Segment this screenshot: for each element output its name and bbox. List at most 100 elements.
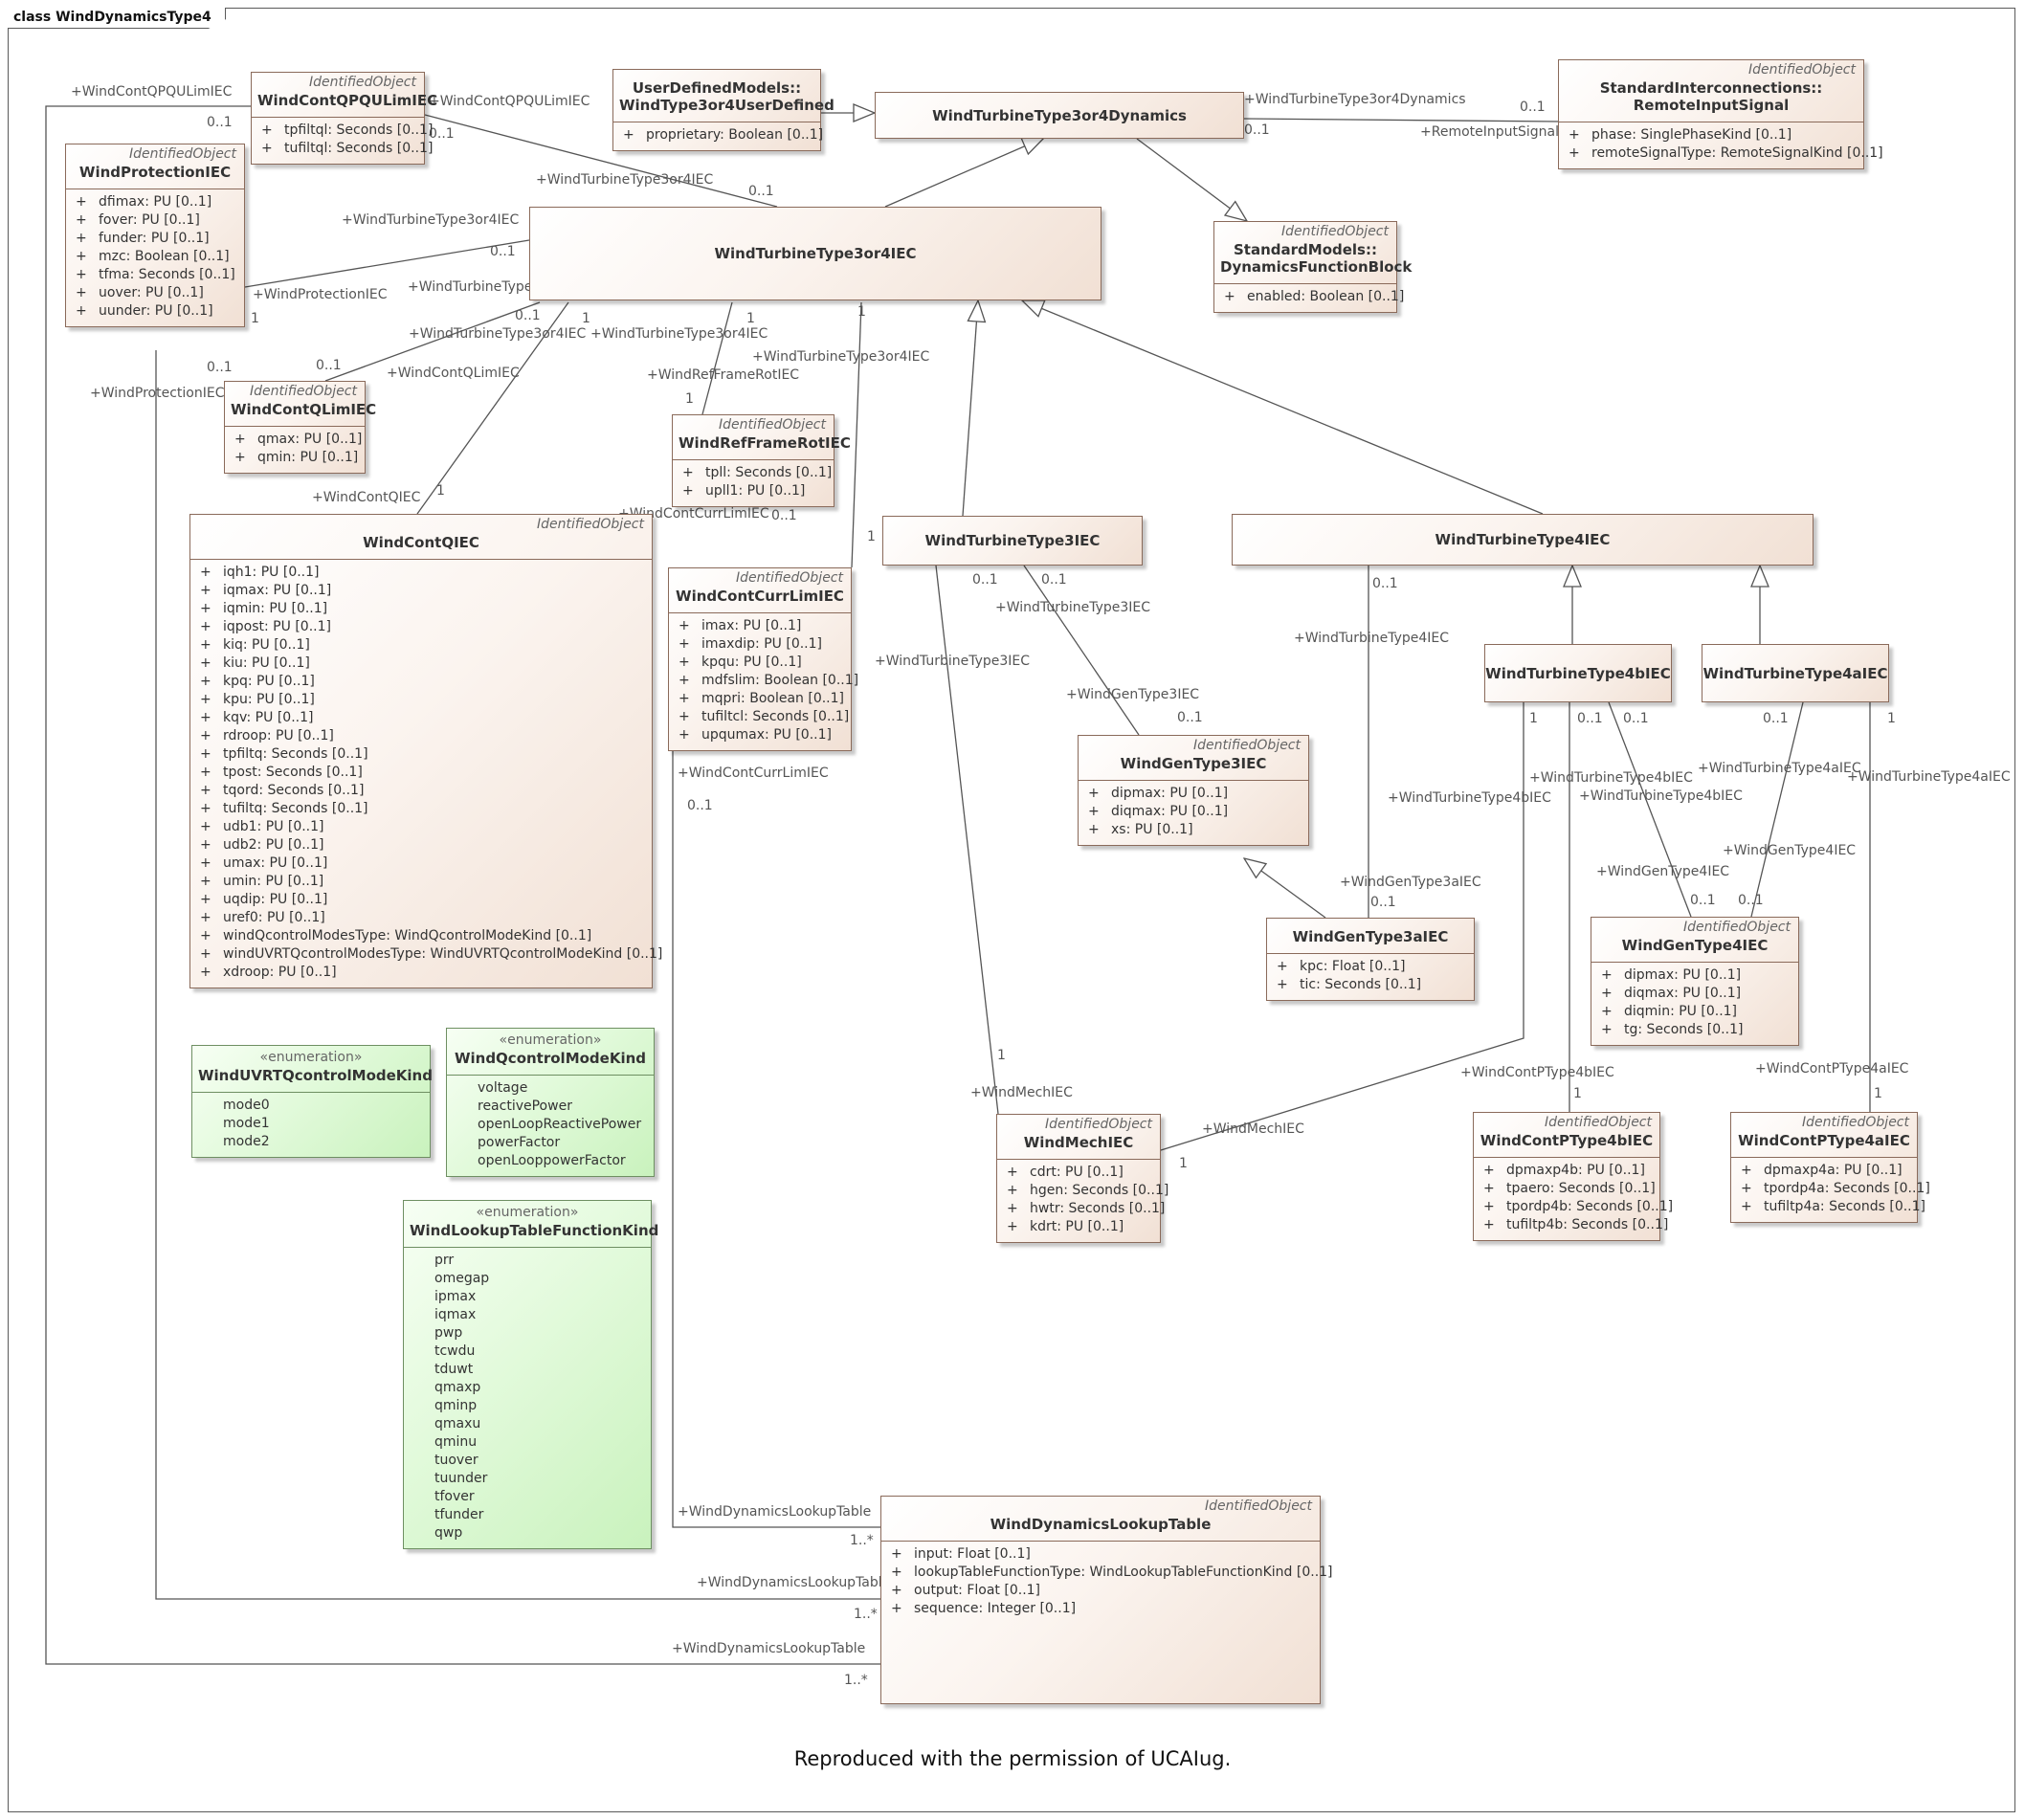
class-box[interactable]: WindTurbineType3or4IEC — [529, 207, 1102, 300]
enum-literals: mode0 mode1 mode2 — [192, 1092, 430, 1157]
attribute-text: hgen: Seconds [0..1] — [1030, 1183, 1169, 1198]
class-box[interactable]: WindTurbineType3or4Dynamics — [875, 92, 1244, 139]
attribute-text: dipmax: PU [0..1] — [1624, 967, 1742, 983]
public-visibility-icon: + — [682, 483, 694, 499]
class-attributes: + dpmaxp4b: PU [0..1] + tpaero: Seconds [0.… — [1474, 1157, 1673, 1240]
public-visibility-icon: + — [76, 212, 87, 228]
attribute-text: enabled: Boolean [0..1] — [1247, 289, 1405, 304]
role-label: +WindDynamicsLookupTable — [678, 1504, 872, 1520]
enum-literal: tduwt — [413, 1361, 647, 1379]
class-attributes: + dipmax: PU [0..1] + diqmax: PU [0..1] + xs:… — [1079, 780, 1308, 845]
public-visibility-icon: + — [200, 819, 211, 834]
class-box[interactable]: WindTurbineType4bIEC — [1484, 644, 1672, 702]
role-label: +WindTurbineType3or4IEC — [536, 172, 714, 188]
enum-box[interactable]: «enumeration» WindLookupTableFunctionKind… — [403, 1200, 658, 1549]
gen-type3or4iec-to-type3or4dynamics — [884, 138, 1044, 208]
public-visibility-icon: + — [1483, 1181, 1495, 1196]
class-box[interactable]: UserDefinedModels:: WindType3or4UserDefi… — [612, 69, 834, 151]
public-visibility-icon: + — [200, 637, 211, 653]
multiplicity-label: 1 — [1874, 1086, 1882, 1101]
class-box[interactable]: IdentifiedObject WindContPType4aIEC + dpmax… — [1730, 1112, 1930, 1223]
assoc-contcurrlim-type3or4iec — [851, 301, 862, 568]
class-header: WindTurbineType4IEC — [1435, 531, 1611, 548]
class-attribute: + tic: Seconds [0..1] — [1277, 976, 1470, 994]
class-box[interactable]: WindTurbineType4IEC — [1232, 514, 1814, 566]
attribute-text: cdrt: PU [0..1] — [1030, 1165, 1124, 1180]
literal-text: qminp — [434, 1398, 478, 1413]
attribute-text: dipmax: PU [0..1] — [1111, 786, 1229, 801]
class-box[interactable]: IdentifiedObject WindProtectionIEC + dfimax… — [65, 144, 245, 327]
public-visibility-icon: + — [1741, 1163, 1752, 1178]
attribute-text: tpost: Seconds [0..1] — [223, 765, 363, 780]
class-box[interactable]: IdentifiedObject WindDynamicsLookupTable +… — [880, 1496, 1333, 1704]
class-attribute: + xs: PU [0..1] — [1088, 821, 1304, 839]
class-attribute: + mdfslim: Boolean [0..1] — [679, 672, 858, 690]
public-visibility-icon: + — [1277, 959, 1288, 974]
public-visibility-icon: + — [200, 783, 211, 798]
role-label: +RemoteInputSignal — [1420, 124, 1560, 140]
public-visibility-icon: + — [76, 249, 87, 264]
class-attributes: + enabled: Boolean [0..1] — [1214, 283, 1404, 312]
attribute-text: uref0: PU [0..1] — [223, 910, 325, 925]
class-box[interactable]: IdentifiedObject WindContCurrLimIEC + imax:… — [668, 567, 858, 751]
class-box[interactable]: IdentifiedObject WindContQPQULimIEC + tpfil… — [251, 72, 437, 165]
attribute-text: funder: PU [0..1] — [99, 231, 210, 246]
public-visibility-icon: + — [76, 194, 87, 210]
multiplicity-label: 1 — [436, 483, 445, 499]
class-header: IdentifiedObject WindRefFrameRotIEC — [673, 415, 851, 459]
enum-literal: qminu — [413, 1433, 647, 1452]
multiplicity-label: 0..1 — [1244, 122, 1270, 138]
class-name: WindQcontrolModeKind — [454, 1050, 647, 1067]
class-attribute: + mqpri: Boolean [0..1] — [679, 690, 847, 708]
class-box[interactable]: IdentifiedObject WindGenType3IEC + dipmax: … — [1078, 735, 1309, 846]
class-name: WindRefFrameRotIEC — [679, 434, 851, 452]
attribute-text: input: Float [0..1] — [914, 1546, 1031, 1562]
class-box[interactable]: IdentifiedObject StandardModels:: Dynamic… — [1213, 221, 1412, 313]
class-box[interactable]: IdentifiedObject WindContQLimIEC + qmax: PU… — [224, 381, 376, 474]
role-label: +WindGenType4IEC — [1723, 843, 1857, 858]
class-box[interactable]: IdentifiedObject WindContPType4bIEC + dpmax… — [1473, 1112, 1673, 1241]
class-box[interactable]: WindGenType3aIEC + kpc: Float [0..1] + tic: … — [1266, 918, 1475, 1001]
class-attributes: + tpfiltql: Seconds [0..1] + tufiltql: Seco… — [252, 117, 433, 164]
class-box[interactable]: IdentifiedObject WindContQIEC + iqh1: PU [0… — [189, 514, 662, 988]
multiplicity-label: 0..1 — [972, 572, 998, 588]
attribute-text: tufiltql: Seconds [0..1] — [284, 141, 434, 156]
class-box[interactable]: IdentifiedObject WindGenType4IEC + dipmax: … — [1591, 917, 1799, 1046]
public-visibility-icon: + — [1569, 127, 1580, 143]
class-attribute: + iqmax: PU [0..1] — [200, 582, 648, 600]
literal-text: ipmax — [434, 1289, 477, 1304]
enum-box[interactable]: «enumeration» WindQcontrolModeKind voltage… — [446, 1028, 655, 1177]
public-visibility-icon: + — [200, 619, 211, 634]
multiplicity-label: 1 — [582, 311, 590, 326]
attribute-text: imaxdip: PU [0..1] — [701, 636, 822, 652]
class-attribute: + kpu: PU [0..1] — [200, 691, 648, 709]
class-box[interactable]: IdentifiedObject WindMechIEC + cdrt: PU [0.… — [996, 1114, 1168, 1243]
public-visibility-icon: + — [1601, 986, 1613, 1001]
class-name: WindTurbineType3or4IEC — [714, 245, 917, 262]
role-label: +WindMechIEC — [1202, 1121, 1304, 1137]
public-visibility-icon: + — [1088, 786, 1100, 801]
class-attribute: + phase: SinglePhaseKind [0..1] — [1569, 126, 1859, 144]
role-label: +WindContQPQULimIEC — [429, 94, 590, 109]
attribute-text: mdfslim: Boolean [0..1] — [701, 673, 859, 688]
attribute-text: uover: PU [0..1] — [99, 285, 204, 300]
attribute-text: tpaero: Seconds [0..1] — [1506, 1181, 1656, 1196]
class-name: WindContCurrLimIEC — [676, 588, 844, 605]
class-attribute: + tpaero: Seconds [0..1] — [1483, 1180, 1656, 1198]
class-box[interactable]: WindTurbineType4aIEC — [1702, 644, 1889, 702]
class-box[interactable]: IdentifiedObject WindRefFrameRotIEC + tpll:… — [672, 414, 851, 507]
public-visibility-icon: + — [261, 141, 273, 156]
class-attributes: + imax: PU [0..1] + imaxdip: PU [0..1] + kpqu… — [669, 612, 858, 750]
attribute-text: dpmaxp4a: PU [0..1] — [1764, 1163, 1903, 1178]
role-label: +WindTurbineType3or4IEC — [590, 326, 768, 342]
attribute-text: tpordp4b: Seconds [0..1] — [1506, 1199, 1674, 1214]
class-box[interactable]: WindTurbineType3IEC — [882, 516, 1143, 566]
enum-box[interactable]: «enumeration» WindUVRTQcontrolModeKind mod… — [191, 1045, 433, 1158]
class-stereotype: IdentifiedObject — [1544, 1115, 1652, 1130]
class-box[interactable]: IdentifiedObject StandardInterconnections… — [1558, 59, 1883, 169]
class-header: IdentifiedObject WindContCurrLimIEC — [669, 568, 851, 612]
public-visibility-icon: + — [200, 946, 211, 962]
class-header: IdentifiedObject StandardInterconnections… — [1559, 60, 1863, 122]
public-visibility-icon: + — [234, 432, 246, 447]
public-visibility-icon: + — [200, 965, 211, 980]
